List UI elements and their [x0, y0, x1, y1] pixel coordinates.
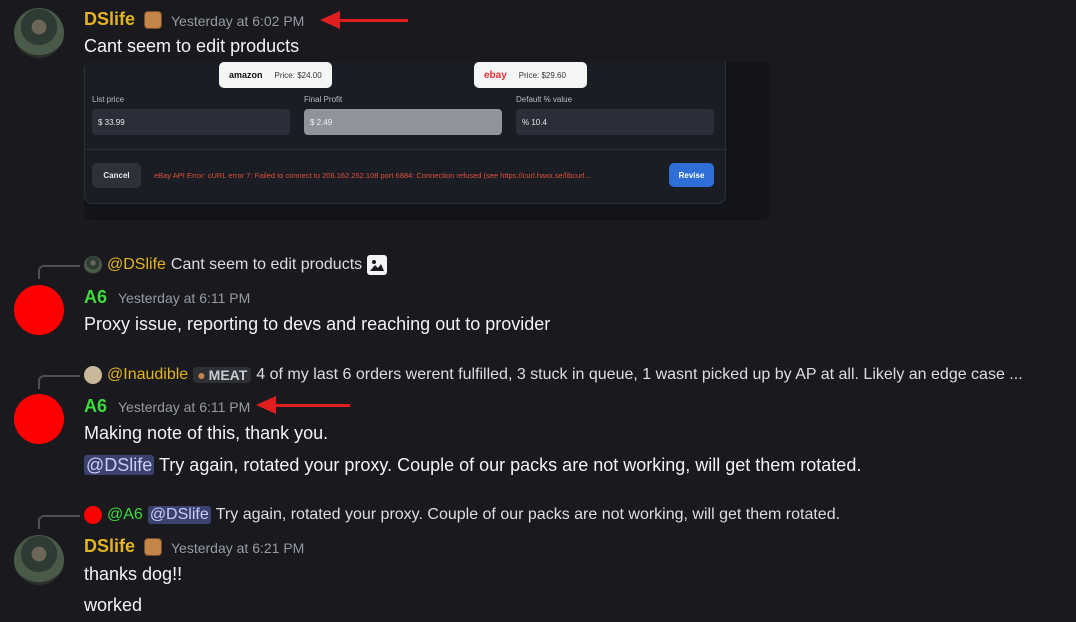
username-a6[interactable]: A6	[84, 287, 107, 308]
reply-author[interactable]: @DSlife	[107, 256, 166, 274]
user-mention[interactable]: @DSlife	[84, 455, 155, 475]
annotation-arrow-shaft	[272, 404, 350, 407]
message-text-body: Try again, rotated your proxy. Couple of…	[158, 455, 862, 475]
embedded-edit-card: amazon Price: $24.00 ebay Price: $29.60 …	[84, 62, 727, 204]
username-dslife[interactable]: DSlife	[84, 536, 135, 557]
server-tag-icon	[144, 11, 162, 29]
list-price-input: $ 33.99	[92, 109, 290, 135]
message-text: Proxy issue, reporting to devs and reach…	[84, 314, 551, 334]
annotation-arrow-shaft	[336, 19, 408, 22]
image-attachment-icon	[367, 255, 388, 275]
reply-preview[interactable]: @Inaudible ● MEAT 4 of my last 6 orders …	[84, 366, 1023, 384]
reply-avatar	[84, 506, 102, 524]
reply-text: Cant seem to edit products	[170, 256, 363, 273]
amazon-price-card: amazon Price: $24.00	[219, 62, 332, 88]
avatar-a6[interactable]	[14, 394, 64, 444]
username-dslife[interactable]: DSlife	[84, 9, 135, 30]
avatar-dslife[interactable]	[14, 8, 64, 58]
final-profit-input: $ 2.49	[304, 109, 502, 135]
avatar-a6[interactable]	[14, 285, 64, 335]
cancel-button: Cancel	[92, 163, 141, 188]
error-message: eBay API Error: cURL error 7: Failed to …	[154, 171, 591, 180]
reply-connector	[38, 265, 80, 279]
message-text: Cant seem to edit products	[84, 36, 300, 56]
timestamp: Yesterday at 6:21 PM	[171, 540, 305, 556]
avatar-dslife[interactable]	[14, 535, 64, 585]
ebay-price-card: ebay Price: $29.60	[474, 62, 587, 88]
timestamp: Yesterday at 6:02 PM	[171, 13, 305, 29]
reply-preview[interactable]: @A6 @DSlife Try again, rotated your prox…	[84, 506, 840, 524]
meat-icon: ●	[197, 367, 206, 383]
reply-connector	[38, 375, 80, 389]
username-a6[interactable]: A6	[84, 396, 107, 417]
reply-text: Try again, rotated your proxy. Couple of…	[215, 506, 841, 523]
server-tag-icon	[144, 538, 162, 556]
amazon-price: Price: $24.00	[274, 70, 322, 80]
role-badge-label: MEAT	[208, 367, 248, 383]
reply-avatar	[84, 366, 102, 384]
divider	[85, 149, 727, 150]
final-profit-label: Final Profit	[304, 95, 343, 104]
list-price-label: List price	[92, 95, 125, 104]
default-value-label: Default % value	[516, 95, 573, 104]
revise-button: Revise	[669, 163, 714, 187]
message-text: Making note of this, thank you.	[84, 423, 329, 443]
message-text: thanks dog!!	[84, 564, 183, 584]
message-text-2: worked	[84, 595, 143, 615]
reply-mention[interactable]: @DSlife	[147, 506, 211, 524]
ebay-logo: ebay	[484, 69, 507, 81]
attachment-image[interactable]: amazon Price: $24.00 ebay Price: $29.60 …	[84, 62, 770, 220]
message-text-2: @DSlife Try again, rotated your proxy. C…	[84, 455, 861, 476]
reply-author[interactable]: @Inaudible	[107, 366, 188, 384]
reply-preview[interactable]: @DSlife Cant seem to edit products	[84, 255, 388, 275]
reply-author[interactable]: @A6	[107, 506, 143, 524]
ebay-price: Price: $29.60	[518, 70, 566, 80]
role-badge: ● MEAT	[193, 367, 252, 383]
timestamp: Yesterday at 6:11 PM	[118, 290, 251, 306]
amazon-logo: amazon	[229, 70, 263, 80]
reply-connector	[38, 515, 80, 529]
reply-avatar	[84, 256, 102, 274]
default-value-input: % 10.4	[516, 109, 714, 135]
reply-text: 4 of my last 6 orders werent fulfilled, …	[256, 366, 1023, 383]
timestamp: Yesterday at 6:11 PM	[118, 399, 251, 415]
